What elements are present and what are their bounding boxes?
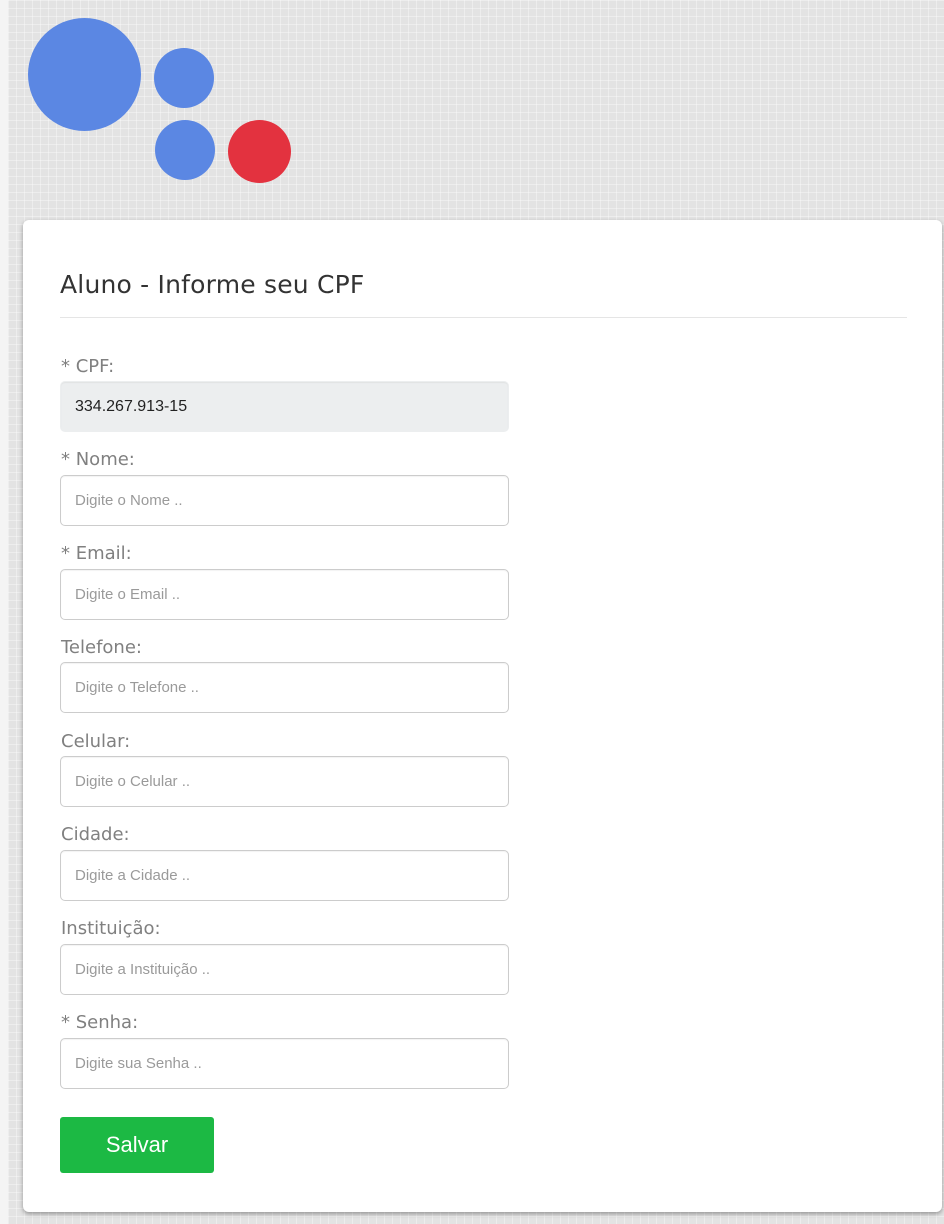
logo (0, 0, 320, 200)
email-field[interactable] (60, 569, 509, 620)
cpf-field[interactable] (60, 381, 509, 432)
logo-dot-large (28, 18, 141, 131)
senha-field[interactable] (60, 1038, 509, 1089)
email-label: * Email: (61, 543, 132, 564)
senha-label: * Senha: (61, 1012, 139, 1033)
page-title: Aluno - Informe seu CPF (60, 270, 365, 299)
celular-label: Celular: (61, 731, 131, 752)
instituicao-field[interactable] (60, 944, 509, 995)
logo-dot-bottom (155, 120, 215, 180)
cidade-field[interactable] (60, 850, 509, 901)
cidade-label: Cidade: (61, 824, 130, 845)
form-card: Aluno - Informe seu CPF * CPF: * Nome: *… (23, 220, 942, 1212)
celular-field[interactable] (60, 756, 509, 807)
logo-dot-accent (228, 120, 291, 183)
save-button[interactable]: Salvar (60, 1117, 214, 1173)
instituicao-label: Instituição: (61, 918, 161, 939)
title-divider (60, 317, 907, 318)
nome-label: * Nome: (61, 449, 135, 470)
nome-field[interactable] (60, 475, 509, 526)
logo-dot-top (154, 48, 214, 108)
telefone-field[interactable] (60, 662, 509, 713)
cpf-label: * CPF: (61, 356, 115, 377)
telefone-label: Telefone: (61, 637, 142, 658)
